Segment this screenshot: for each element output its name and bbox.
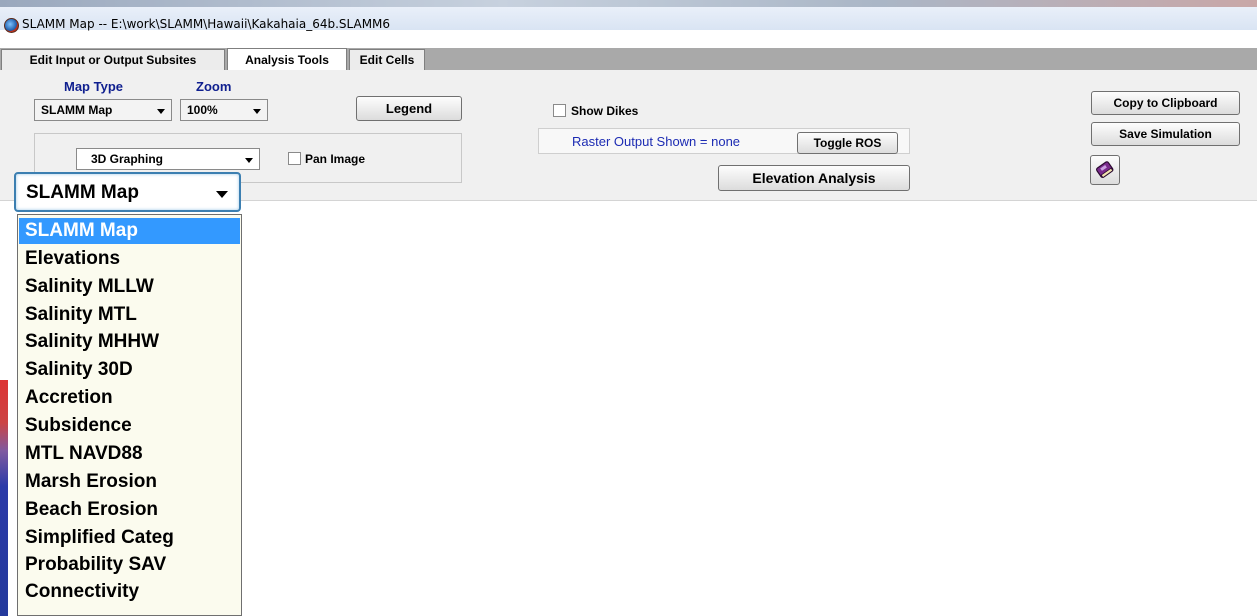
pan-image-label: Pan Image bbox=[305, 152, 366, 166]
dropdown-option[interactable]: Subsidence bbox=[19, 413, 240, 439]
map-type-dropdown[interactable]: SLAMM Map bbox=[14, 172, 241, 212]
graphing-value: 3D Graphing bbox=[91, 152, 164, 166]
dropdown-option[interactable]: Salinity MHHW bbox=[19, 329, 240, 355]
window-title: SLAMM Map -- E:\work\SLAMM\Hawaii\Kakaha… bbox=[22, 17, 391, 31]
tab-edit-cells[interactable]: Edit Cells bbox=[349, 49, 425, 70]
dropdown-list: SLAMM Map Elevations Salinity MLLW Salin… bbox=[17, 214, 242, 616]
legend-button[interactable]: Legend bbox=[356, 96, 462, 121]
dropdown-option[interactable]: Simplified Categ bbox=[19, 525, 240, 551]
map-type-value: SLAMM Map bbox=[41, 103, 113, 117]
chevron-down-icon bbox=[245, 158, 253, 163]
help-book-button[interactable] bbox=[1090, 155, 1120, 185]
show-dikes-label: Show Dikes bbox=[571, 104, 639, 118]
dropdown-option[interactable]: Salinity MLLW bbox=[19, 274, 240, 300]
zoom-select[interactable]: 100% bbox=[180, 99, 268, 121]
raster-output-status: Raster Output Shown = none bbox=[572, 134, 741, 149]
zoom-value: 100% bbox=[187, 103, 218, 117]
save-simulation-button[interactable]: Save Simulation bbox=[1091, 122, 1240, 146]
title-bar-edge bbox=[0, 0, 1257, 7]
dropdown-current-value: SLAMM Map bbox=[26, 182, 139, 203]
dropdown-option[interactable]: Salinity 30D bbox=[19, 357, 240, 383]
show-dikes-checkbox[interactable] bbox=[553, 104, 566, 117]
copy-to-clipboard-button[interactable]: Copy to Clipboard bbox=[1091, 91, 1240, 115]
tab-analysis-tools[interactable]: Analysis Tools bbox=[227, 48, 347, 70]
dropdown-option[interactable]: Elevations bbox=[19, 246, 240, 272]
pan-image-checkbox[interactable] bbox=[288, 152, 301, 165]
tab-row: Edit Input or Output Subsites Analysis T… bbox=[0, 48, 1257, 70]
tab-edit-subsites[interactable]: Edit Input or Output Subsites bbox=[1, 49, 225, 70]
chevron-down-icon bbox=[253, 109, 261, 114]
dropdown-option[interactable]: Marsh Erosion bbox=[19, 469, 240, 495]
map-type-label: Map Type bbox=[64, 79, 123, 94]
map-edge-strip bbox=[0, 380, 8, 616]
dropdown-option[interactable]: MTL NAVD88 bbox=[19, 441, 240, 467]
chevron-down-icon bbox=[216, 191, 228, 198]
chevron-down-icon bbox=[157, 109, 165, 114]
map-type-select[interactable]: SLAMM Map bbox=[34, 99, 172, 121]
app-globe-icon bbox=[4, 18, 19, 33]
book-icon bbox=[1096, 161, 1114, 179]
zoom-label: Zoom bbox=[196, 79, 232, 94]
dropdown-option[interactable]: SLAMM Map bbox=[19, 218, 240, 244]
dropdown-option[interactable]: Salinity MTL bbox=[19, 302, 240, 328]
dropdown-option[interactable]: Accretion bbox=[19, 385, 240, 411]
dropdown-option[interactable]: Beach Erosion bbox=[19, 497, 240, 523]
graphing-select[interactable]: 3D Graphing bbox=[76, 148, 260, 170]
elevation-analysis-button[interactable]: Elevation Analysis bbox=[718, 165, 910, 191]
toggle-ros-button[interactable]: Toggle ROS bbox=[797, 132, 898, 154]
dropdown-option[interactable]: Probability SAV bbox=[19, 552, 240, 578]
dropdown-option[interactable]: Connectivity bbox=[19, 579, 240, 605]
